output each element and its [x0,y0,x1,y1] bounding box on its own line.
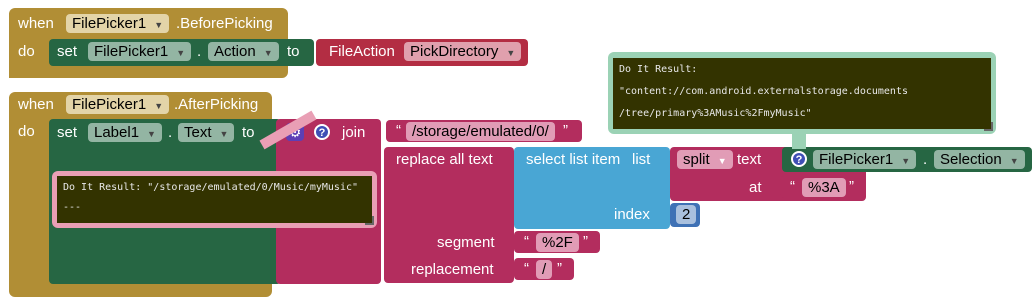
resize-handle-icon[interactable] [365,216,374,225]
do-keyword: do [18,123,35,140]
open-quote-icon: “ [396,122,401,139]
resize-handle-icon[interactable] [984,122,993,131]
property-label: Action [214,43,256,60]
set-keyword: set [57,43,78,60]
target-dropdown-label1[interactable]: Label1 ▼ [88,123,162,142]
result-line-1: Do It Result: [619,64,698,75]
segment-label: segment [437,234,495,251]
component-dropdown-filepicker1[interactable]: FilePicker1 ▼ [66,95,170,114]
open-quote-icon: “ [790,178,795,195]
at-value[interactable]: %3A [802,178,846,197]
chevron-down-icon: ▼ [176,48,186,58]
set-keyword: set [57,124,78,141]
dot-separator: . [923,151,928,168]
do-it-result-bubble-right[interactable]: Do It Result: "content://com.android.ext… [608,52,996,134]
component-label: FilePicker1 [72,15,147,32]
selection-label: Selection [940,151,1002,168]
when-keyword: when [18,96,54,113]
dot-separator: . [168,124,173,141]
event-name: .BeforePicking [176,15,273,32]
help-icon[interactable]: ? [314,124,330,140]
enum-value-dropdown[interactable]: PickDirectory ▼ [404,42,522,61]
selection-dropdown[interactable]: Selection ▼ [934,150,1025,169]
result-line-2: "content://com.android.externalstorage.d… [619,86,908,97]
chevron-down-icon: ▼ [901,156,911,166]
chevron-down-icon: ▼ [717,156,727,166]
chevron-down-icon: ▼ [154,20,164,30]
replacement-value[interactable]: / [536,260,553,279]
property-dropdown-action[interactable]: Action ▼ [208,42,279,61]
split-dropdown[interactable]: split ▼ [677,150,733,169]
open-quote-icon: “ [524,233,529,250]
dot-separator: . [197,43,202,60]
at-param-label: at [749,179,762,196]
join-keyword: join [342,124,366,141]
index-number-value[interactable]: 2 [676,205,697,224]
replacement-label: replacement [411,261,494,278]
picker-dropdown[interactable]: FilePicker1 ▼ [813,150,917,169]
do-keyword: do [18,43,35,60]
select-list-item-label: select list item [526,151,621,168]
target-label: FilePicker1 [94,43,169,60]
result-line-1: Do It Result: "/storage/emulated/0/Music… [63,182,359,193]
string-storage-value[interactable]: /storage/emulated/0/ [406,122,555,141]
comment-connector-right [792,133,806,149]
enum-name: FileAction [329,43,395,60]
component-label: FilePicker1 [72,96,147,113]
property-dropdown-text[interactable]: Text ▼ [178,123,235,142]
target-dropdown-filepicker1[interactable]: FilePicker1 ▼ [88,42,192,61]
do-it-result-text-left: Do It Result: "/storage/emulated/0/Music… [57,176,372,223]
chevron-down-icon: ▼ [147,129,156,139]
component-dropdown-filepicker1[interactable]: FilePicker1 ▼ [66,14,170,33]
property-label: Text [184,124,212,141]
chevron-down-icon: ▼ [219,129,229,139]
do-it-result-text-right: Do It Result: "content://com.android.ext… [613,58,991,129]
open-quote-icon: “ [524,260,529,277]
segment-value[interactable]: %2F [536,233,579,252]
chevron-down-icon: ▼ [1009,156,1019,166]
close-quote-icon: ” [849,178,854,195]
to-keyword: to [242,124,255,141]
chevron-down-icon: ▼ [506,48,516,58]
picker-label: FilePicker1 [819,151,894,168]
chevron-down-icon: ▼ [154,101,164,111]
text-param-label: text [737,151,762,168]
when-keyword: when [18,15,54,32]
result-line-2: --- [63,202,82,213]
enum-value-label: PickDirectory [410,43,499,60]
result-line-3: /tree/primary%3AMusic%2FmyMusic" [619,108,812,119]
close-quote-icon: ” [557,260,562,277]
replace-all-label: replace all text [396,151,493,168]
close-quote-icon: ” [563,122,568,139]
index-label: index [614,206,650,223]
do-it-result-bubble-left[interactable]: Do It Result: "/storage/emulated/0/Music… [52,171,377,228]
help-icon[interactable]: ? [791,151,807,167]
before-picking-event-bottom [9,66,49,78]
target-label: Label1 [94,124,140,141]
chevron-down-icon: ▼ [263,48,273,58]
split-label: split [683,151,710,168]
close-quote-icon: ” [583,233,588,250]
to-keyword: to [287,43,300,60]
list-label: list [632,151,651,168]
event-name: .AfterPicking [174,96,259,113]
